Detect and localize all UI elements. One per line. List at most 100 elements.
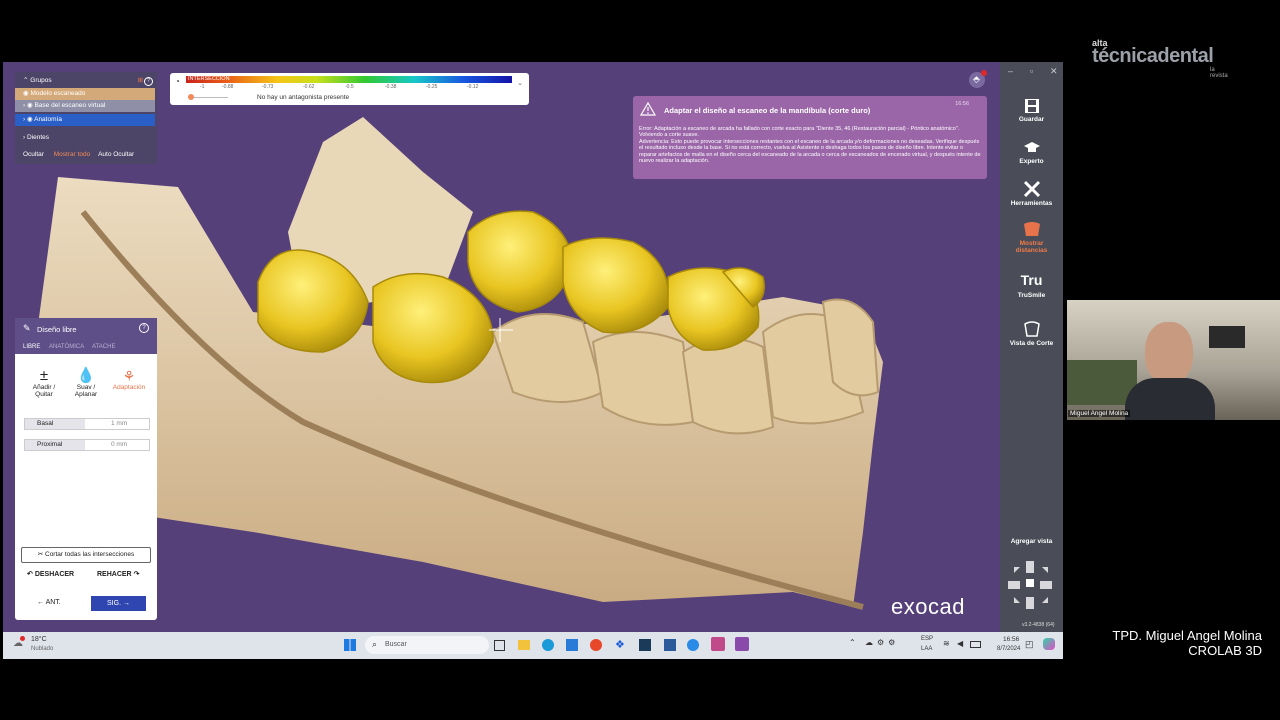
prev-label: ANT.	[45, 599, 61, 606]
group-item-anatomy[interactable]: › ◉ Anatomía	[15, 114, 155, 126]
groups-header[interactable]: ⌃ Grupos ⊞ ?	[15, 75, 155, 87]
groups-panel: ⌃ Grupos ⊞ ? ◉ Modelo escaneado › ◉ Base…	[15, 72, 157, 164]
slider-handle[interactable]	[188, 94, 194, 100]
freeform-icon: ✎	[23, 323, 31, 333]
drop-icon: 💧	[76, 367, 96, 384]
exocad-task-icon[interactable]	[711, 637, 725, 651]
notification-bell[interactable]: ⬘	[969, 70, 987, 88]
network-icon[interactable]: ≋	[943, 639, 950, 648]
undo-button[interactable]: ↶ DESHACER	[27, 570, 74, 578]
adaptation-notification: Adaptar el diseño al escaneo de la mandí…	[633, 96, 987, 179]
undo-icon: ↶	[27, 571, 35, 578]
tools-button[interactable]: Herramientas	[1000, 180, 1063, 207]
app2-icon[interactable]	[664, 639, 676, 651]
volume-icon[interactable]: ◀	[957, 639, 963, 648]
next-button[interactable]: SIG. →	[91, 596, 146, 611]
dropbox-icon[interactable]: ❖	[615, 638, 625, 651]
tray-chevron-icon[interactable]: ⌃	[849, 638, 856, 647]
language-1[interactable]: ESP	[921, 636, 933, 642]
store-icon[interactable]	[566, 639, 578, 651]
legend-slider[interactable]	[188, 94, 228, 100]
tab-libre[interactable]: LIBRE	[23, 344, 40, 350]
right-toolbar: – ▫ ✕ Guardar Experto Herramientas Mostr…	[1000, 62, 1063, 632]
cut-view-button[interactable]: Vista de Corte	[1000, 320, 1063, 347]
group-item-scanned-model[interactable]: ◉ Modelo escaneado	[15, 88, 155, 100]
show-all-button[interactable]: Mostrar todo	[54, 151, 91, 158]
auto-hide-button[interactable]: Auto Ocultar	[98, 151, 134, 158]
help-icon[interactable]: ?	[144, 77, 153, 86]
save-button[interactable]: Guardar	[1000, 98, 1063, 123]
legend-collapse-icon[interactable]: ⌄	[517, 79, 523, 87]
tool-add-remove[interactable]: ± Añadir / Quitar	[25, 367, 63, 399]
taskview-icon[interactable]	[494, 640, 505, 651]
expert-button[interactable]: Experto	[1000, 140, 1063, 165]
tool-smooth-flatten[interactable]: 💧 Suav / Aplanar	[67, 367, 105, 399]
notification-body: Error: Adaptación a escaneo de arcada ha…	[639, 126, 981, 164]
legend-tick: -0.62	[303, 84, 315, 90]
proximal-value[interactable]: 0 mm	[111, 441, 127, 448]
view-navigation-icon[interactable]	[1006, 559, 1056, 614]
intersection-legend: ◔ INTERSECCIÓN -1 -0.88 -0.73 -0.62 -0.5…	[170, 73, 529, 105]
terminal-icon[interactable]	[639, 639, 651, 651]
exocad-logo: exocad	[891, 594, 965, 619]
tool-adaptation[interactable]: ⚘ Adaptación	[109, 368, 149, 391]
trusmile-label: TruSmile	[1017, 292, 1046, 299]
edge-icon[interactable]	[542, 639, 554, 651]
legend-tick: -0.38	[385, 84, 397, 90]
close-icon[interactable]: ✕	[1050, 66, 1058, 77]
tab-anatomica[interactable]: ANATÓMICA	[49, 344, 84, 350]
version-label: v3.2-4838 (64)	[1022, 622, 1055, 628]
basal-field[interactable]: Basal 1 mm	[24, 418, 150, 430]
group-item-label: Anatomía	[34, 116, 62, 123]
windows-start-icon[interactable]	[344, 639, 356, 651]
group-item-virtual-base[interactable]: › ◉ Base del escaneo virtual	[15, 100, 155, 112]
trusmile-button[interactable]: Tru TruSmile	[1000, 272, 1063, 299]
next-label: SIG.	[107, 600, 122, 607]
tray-icons[interactable]: ☁⚙⚙	[865, 638, 899, 647]
legend-tick: -0.25	[426, 84, 438, 90]
exocad-task2-icon[interactable]	[735, 637, 749, 651]
group-item-label: Base del escaneo virtual	[34, 102, 106, 109]
tool-label: Suav / Aplanar	[74, 384, 98, 398]
add-view-button[interactable]: Agregar vista	[1000, 538, 1063, 545]
show-distances-label-2: distancias	[1015, 247, 1048, 254]
help-icon[interactable]: ?	[139, 323, 149, 333]
groups-title: Grupos	[30, 77, 52, 84]
freeform-title: Diseño libre	[37, 325, 77, 334]
brand-name: técnicadental	[1092, 45, 1214, 67]
cut-intersections-label: Cortar todas las intersecciones	[45, 551, 135, 558]
zoom-icon[interactable]	[687, 639, 699, 651]
restore-icon[interactable]: ▫	[1030, 66, 1033, 76]
legend-tick: -0.5	[345, 84, 354, 90]
basal-value[interactable]: 1 mm	[111, 420, 127, 427]
clock-date[interactable]: 8/7/2024	[997, 646, 1020, 652]
adaptation-icon: ⚘	[122, 368, 136, 384]
tab-atache[interactable]: ATACHE	[92, 344, 115, 350]
legend-label: INTERSECCIÓN	[188, 76, 230, 82]
hidden-section[interactable]: Ocultar Mostrar todo Auto Ocultar	[15, 149, 155, 161]
battery-icon[interactable]	[970, 641, 981, 648]
copilot-icon[interactable]	[1043, 638, 1055, 650]
groups-color-icon[interactable]: ⊞	[138, 75, 143, 87]
file-explorer-icon[interactable]	[518, 640, 530, 650]
show-distances-button[interactable]: Mostrar distancias	[1000, 220, 1063, 254]
expert-label: Experto	[1019, 158, 1044, 165]
proximal-field[interactable]: Proximal 0 mm	[24, 439, 150, 451]
cut-intersections-button[interactable]: ✂ Cortar todas las intersecciones	[21, 547, 151, 563]
app-icon[interactable]	[590, 639, 602, 651]
weather-temp[interactable]: 18°C	[31, 636, 47, 643]
minimize-icon[interactable]: –	[1008, 66, 1013, 76]
presenter-credit-name: TPD. Miguel Angel Molina	[1112, 628, 1262, 643]
plus-minus-icon: ±	[39, 367, 49, 384]
windows-taskbar: ☁ 18°C Nublado ⌕ Buscar ❖ ⌃ ☁⚙⚙ ESP LAA …	[3, 632, 1063, 659]
webcam-name: Miguel Angel Molina	[1068, 410, 1131, 417]
language-2[interactable]: LAA	[921, 646, 932, 652]
taskbar-search[interactable]: ⌕ Buscar	[365, 636, 489, 654]
notifications-icon[interactable]: ◰	[1025, 639, 1034, 650]
group-item-teeth[interactable]: › Dientes	[15, 132, 155, 144]
redo-button[interactable]: REHACER ↷	[97, 570, 139, 578]
prev-button[interactable]: ← ANT.	[37, 599, 61, 606]
clock-time[interactable]: 16:56	[1003, 636, 1019, 643]
proximal-label: Proximal	[25, 440, 85, 450]
legend-tick: -0.88	[222, 84, 234, 90]
